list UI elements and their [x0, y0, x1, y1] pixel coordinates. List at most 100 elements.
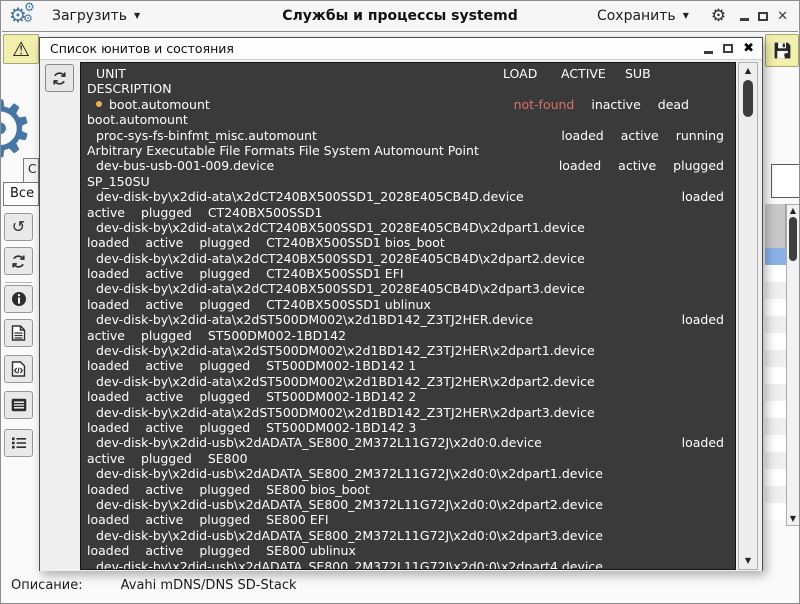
dialog-titlebar[interactable]: Список юнитов и состояния ✖ — [40, 38, 762, 60]
unit-text: CT240BX500SSD1 — [208, 205, 323, 220]
close-button[interactable]: ✕ — [777, 10, 788, 23]
unit-text: ST500DM002-1BD142 2 — [266, 389, 416, 404]
unit-status-columns: not-foundinactivedead — [497, 97, 727, 112]
sidebar-button-units[interactable] — [4, 429, 33, 457]
unit-status: inactive — [591, 97, 640, 112]
table-row[interactable] — [765, 299, 786, 316]
scrollbar-thumb[interactable] — [789, 217, 797, 261]
unit-list-scrollbar[interactable]: ▲ ▼ — [738, 62, 758, 570]
filter-select[interactable]: Все — [3, 182, 39, 206]
unit-text: active — [145, 266, 183, 281]
unit-list-row: dev-disk-by\x2did-ata\x2dCT240BX500SSD1_… — [87, 251, 727, 266]
save-menu-button[interactable]: Сохранить ▼ — [589, 4, 697, 28]
load-menu-button[interactable]: Загрузить ▼ — [44, 4, 148, 28]
save-menu-label: Сохранить — [597, 8, 676, 24]
unit-list[interactable]: UNITLOADACTIVESUBDESCRIPTIONboot.automou… — [80, 62, 736, 570]
unit-list-row: dev-disk-by\x2did-ata\x2dST500DM002\x2d1… — [87, 343, 727, 358]
table-row[interactable] — [765, 401, 786, 418]
sidebar-button-xml[interactable] — [4, 355, 33, 383]
code-file-icon — [11, 361, 26, 377]
floppy-disk-icon — [772, 40, 793, 61]
unit-text: dev-disk-by\x2did-ata\x2dCT240BX500SSD1_… — [96, 251, 585, 266]
table-row[interactable] — [765, 486, 786, 503]
settings-gear-icon[interactable]: ⚙ — [711, 8, 726, 25]
table-row[interactable] — [765, 469, 786, 486]
table-row[interactable] — [765, 350, 786, 367]
unit-text: plugged — [199, 297, 250, 312]
sidebar-button-refresh[interactable] — [4, 247, 33, 275]
sidebar-button-list[interactable] — [4, 391, 33, 419]
unit-list-row: dev-disk-by\x2did-ata\x2dST500DM002\x2d1… — [87, 405, 727, 420]
window-controls: ✕ — [740, 10, 788, 23]
table-row[interactable] — [765, 282, 786, 299]
unit-text: dev-disk-by\x2did-ata\x2dCT240BX500SSD1_… — [96, 189, 524, 204]
unit-text: SP_150SU — [87, 174, 150, 189]
dialog-close-button[interactable]: ✖ — [743, 42, 754, 55]
save-file-button[interactable] — [765, 34, 799, 67]
sidebar-button-log[interactable] — [4, 319, 33, 347]
dialog-refresh-button[interactable] — [45, 64, 74, 92]
bullet-list-icon — [11, 436, 27, 450]
tab-services-label: С — [28, 162, 36, 176]
unit-list-row: loadedactivepluggedST500DM002-1BD142 1 — [87, 358, 727, 373]
main-window: ⚙ ⚙ ⚙ Загрузить ▼ Службы и процессы syst… — [0, 0, 800, 604]
sidebar-button-history[interactable]: ↺ — [4, 213, 33, 241]
dialog-minimize-button[interactable] — [704, 51, 713, 54]
units-table-selected-row[interactable] — [765, 248, 786, 265]
scroll-up-icon[interactable]: ▲ — [787, 207, 799, 215]
unit-text: dev-bus-usb-001-009.device — [96, 158, 274, 173]
unit-list-row: dev-disk-by\x2did-ata\x2dST500DM002\x2d1… — [87, 374, 727, 389]
filter-select-value: Все — [10, 186, 34, 201]
unit-text: loaded — [87, 266, 129, 281]
unit-text: DESCRIPTION — [87, 81, 172, 96]
unit-status: LOAD — [503, 66, 561, 81]
unit-text: active — [145, 358, 183, 373]
table-row[interactable] — [765, 384, 786, 401]
unit-text: active — [145, 543, 183, 558]
unit-text: loaded — [87, 543, 129, 558]
unit-status: active — [618, 158, 656, 173]
table-row[interactable] — [765, 367, 786, 384]
unit-text: CT240BX500SSD1 EFI — [266, 266, 403, 281]
unit-list-row: dev-disk-by\x2did-ata\x2dCT240BX500SSD1_… — [87, 220, 727, 235]
unit-list-row: loadedactivepluggedST500DM002-1BD142 2 — [87, 389, 727, 404]
unit-text: dev-disk-by\x2did-usb\x2dADATA_SE800_2M3… — [96, 466, 603, 481]
chevron-down-icon: ▼ — [683, 12, 689, 20]
scrollbar-thumb[interactable] — [743, 80, 753, 117]
table-row[interactable] — [765, 333, 786, 350]
unit-status: loaded — [682, 189, 724, 204]
table-row[interactable] — [765, 265, 786, 282]
dialog-maximize-button[interactable] — [723, 44, 733, 53]
info-icon — [11, 291, 27, 307]
unit-text: loaded — [87, 235, 129, 250]
maximize-button[interactable] — [758, 12, 768, 21]
scroll-up-icon[interactable]: ▲ — [739, 67, 757, 75]
unit-text: ST500DM002-1BD142 1 — [266, 358, 416, 373]
units-dialog: Список юнитов и состояния ✖ UNITLOADACTI… — [39, 37, 763, 571]
unit-text: CT240BX500SSD1 ublinux — [266, 297, 431, 312]
tab-services[interactable]: С — [23, 158, 39, 182]
unit-text: plugged — [141, 205, 192, 220]
unit-list-row: loadedactivepluggedCT240BX500SSD1 ublinu… — [87, 297, 727, 312]
unit-status-columns: loaded — [665, 312, 727, 327]
scroll-down-icon[interactable]: ▼ — [787, 515, 799, 523]
main-toolbar: ⚙ ⚙ ⚙ Загрузить ▼ Службы и процессы syst… — [2, 1, 798, 32]
warning-button[interactable]: ⚠ — [3, 34, 39, 64]
table-row[interactable] — [765, 503, 786, 520]
units-table-scrollbar[interactable]: ▲ ▼ — [786, 204, 800, 526]
unit-text: plugged — [141, 451, 192, 466]
sidebar-button-info[interactable] — [4, 285, 33, 313]
unit-text: UNIT — [96, 66, 126, 81]
scroll-down-icon[interactable]: ▼ — [739, 557, 757, 565]
table-row[interactable] — [765, 452, 786, 469]
unit-list-row: dev-disk-by\x2did-ata\x2dCT240BX500SSD1_… — [87, 189, 727, 204]
minimize-button[interactable] — [740, 18, 749, 21]
description-label: Описание: — [11, 578, 83, 593]
table-row[interactable] — [765, 435, 786, 452]
unit-text: SE800 — [208, 451, 248, 466]
sidebar-separator — [5, 282, 32, 283]
load-menu-label: Загрузить — [52, 8, 127, 24]
status-bar: Описание: Avahi mDNS/DNS SD-Stack — [3, 572, 797, 598]
table-row[interactable] — [765, 316, 786, 333]
table-row[interactable] — [765, 418, 786, 435]
